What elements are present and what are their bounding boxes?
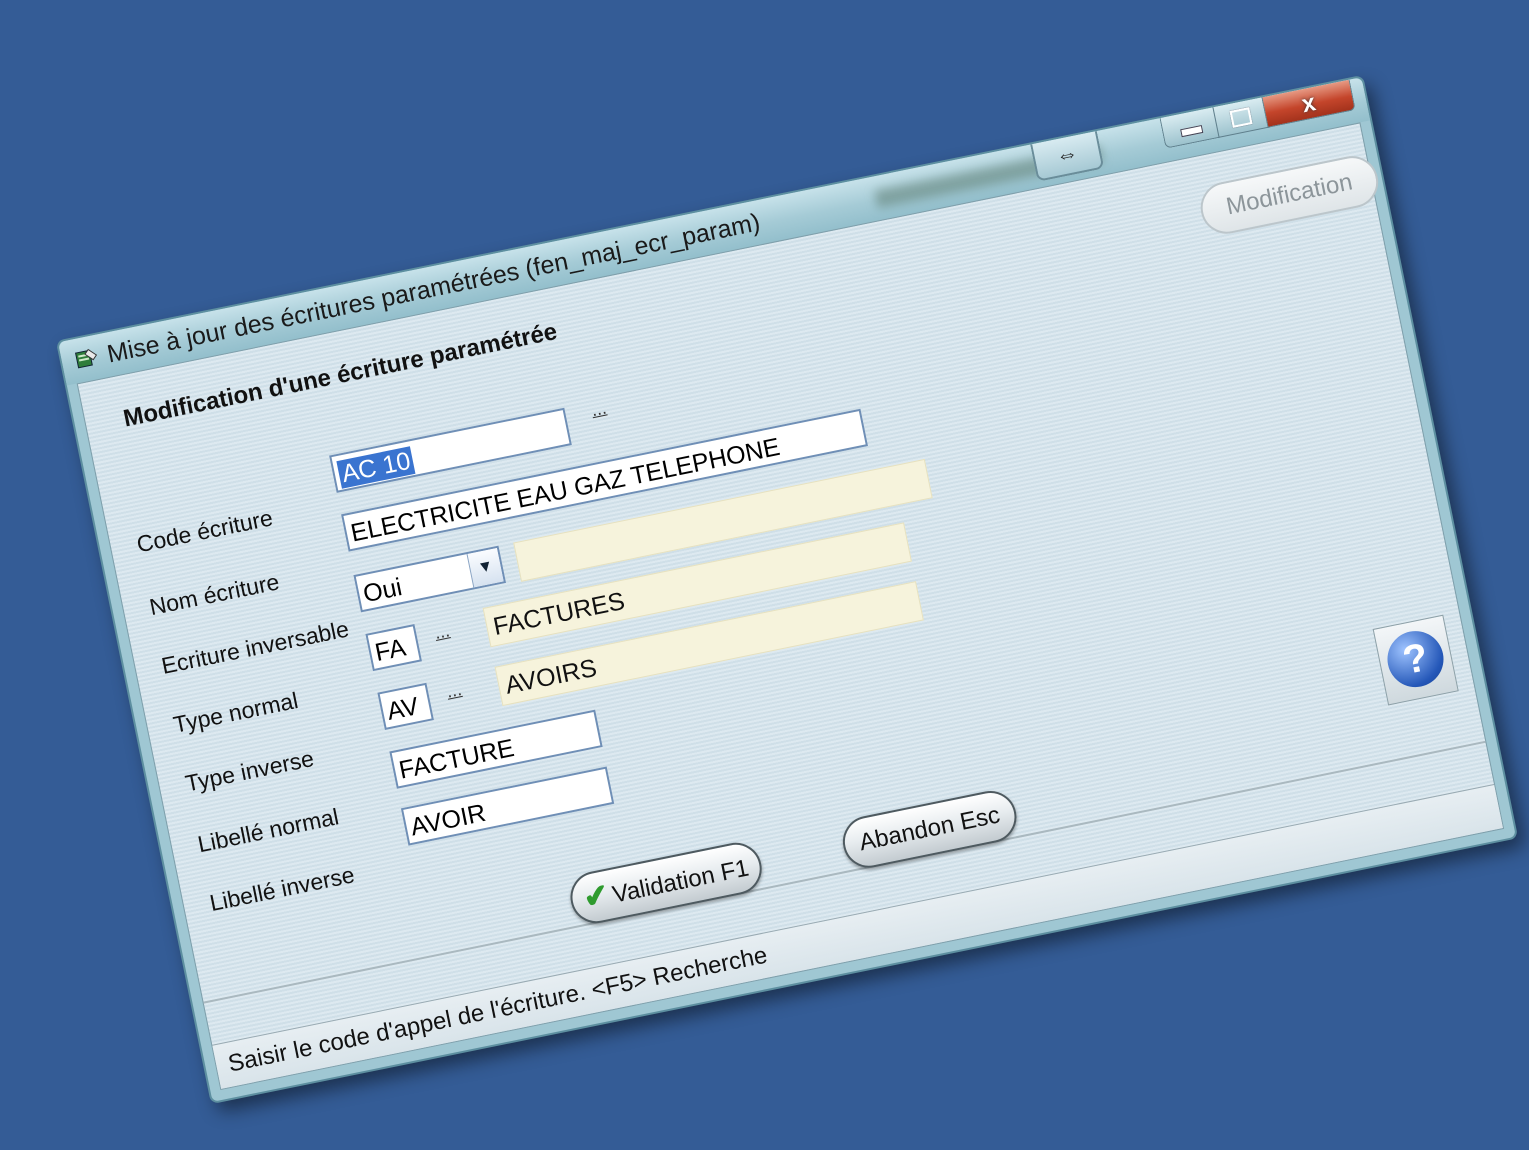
type-normal-code-input[interactable]: FA [365,623,422,672]
validation-button-label: Validation F1 [610,854,752,909]
close-button[interactable]: x [1261,79,1356,128]
checkmark-icon: ✔ [580,878,612,916]
type-inverse-lookup-button[interactable]: ... [445,679,464,703]
ecriture-inversable-value: Oui [360,573,405,609]
libelle-normal-label: Libellé normal [195,803,341,858]
type-inverse-code-input[interactable]: AV [377,682,434,730]
code-ecriture-label: Code écriture [134,504,275,558]
minimize-button[interactable] [1159,107,1221,149]
nom-ecriture-label: Nom écriture [147,568,282,621]
form-area: Modification d'une écriture paramétrée M… [76,122,1505,1091]
help-button[interactable]: ? [1372,614,1459,706]
help-icon: ? [1382,626,1449,693]
modification-mode-button[interactable]: Modification [1196,151,1383,239]
abandon-button[interactable]: Abandon Esc [838,786,1022,873]
resize-icon[interactable]: ⇔ [1030,131,1105,182]
app-icon [74,348,98,369]
maximize-button[interactable] [1212,97,1270,138]
minimize-icon [1180,124,1204,138]
maximize-icon [1229,107,1253,128]
validation-button[interactable]: ✔Validation F1 [565,838,767,928]
desktop: Mise à jour des écritures paramétrées (f… [0,0,1529,1150]
type-normal-lookup-button[interactable]: ... [433,620,452,644]
dropdown-arrow-icon[interactable]: ▼ [466,548,504,588]
code-ecriture-lookup-button[interactable]: ... [589,398,608,422]
close-icon: x [1299,89,1318,119]
code-ecriture-value: AC 10 [336,446,416,489]
libelle-inverse-label: Libellé inverse [207,861,357,917]
type-normal-label: Type normal [171,687,301,738]
ecriture-inversable-select[interactable]: Oui ▼ [353,545,507,613]
ecriture-inversable-label: Ecriture inversable [159,615,351,679]
dialog-window: Mise à jour des écritures paramétrées (f… [55,74,1519,1105]
type-inverse-label: Type inverse [183,745,317,797]
status-text: Saisir le code d'appel de l'écriture. <F… [225,941,770,1078]
